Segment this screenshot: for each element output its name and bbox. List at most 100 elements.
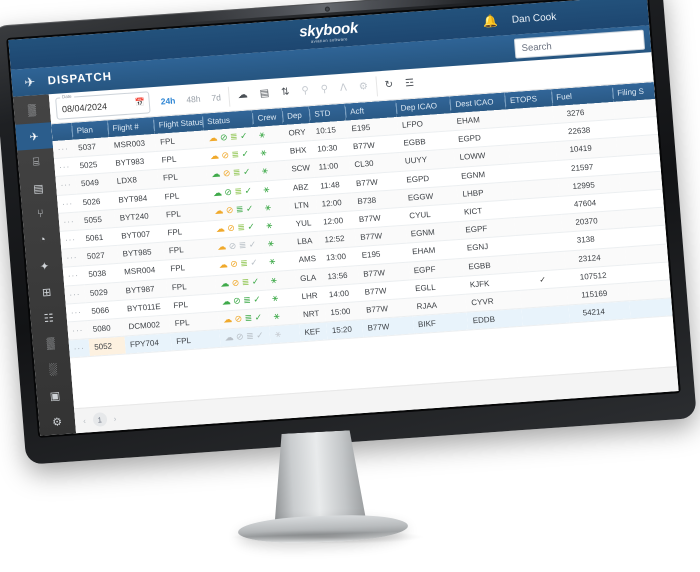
sidebar-item-dispatch[interactable]: ✈ [15, 122, 54, 151]
status-list-icon[interactable]: ≣ [246, 331, 254, 341]
status-cloud-icon[interactable]: ☁ [215, 223, 225, 234]
row-menu-dots[interactable]: ··· [68, 338, 91, 359]
status-list-icon[interactable]: ≣ [231, 149, 239, 159]
status-list-icon[interactable]: ≣ [241, 276, 249, 286]
date-input[interactable]: Date 08/04/2024 📅 [55, 90, 151, 120]
status-tick-icon[interactable]: ✓ [247, 221, 255, 231]
status-tick-icon[interactable]: ✓ [248, 239, 256, 249]
status-cloud-icon[interactable]: ☁ [224, 332, 234, 343]
status-list-icon[interactable]: ≣ [233, 168, 241, 178]
col-std[interactable]: STD [308, 103, 346, 124]
status-check-circle-icon[interactable]: ⊘ [221, 150, 229, 160]
status-list-icon[interactable]: ≣ [230, 131, 238, 141]
status-cloud-icon[interactable]: ☁ [211, 169, 221, 180]
crew-person-icon[interactable]: ⚹ [272, 293, 279, 304]
column-options-icon[interactable]: ☲ [405, 78, 415, 90]
sort-updown-icon[interactable]: ⇅ [281, 87, 290, 99]
sidebar-item-devices[interactable]: ▣ [36, 381, 74, 409]
status-tick-icon[interactable]: ✓ [240, 131, 248, 141]
range-tab-48h[interactable]: 48h [186, 93, 201, 104]
row-menu-dots[interactable]: ··· [64, 284, 86, 304]
flights-table-wrapper[interactable]: Plan Flight # Flight Status Status Crew … [51, 82, 677, 409]
status-tick-icon[interactable]: ✓ [253, 294, 261, 304]
col-acft[interactable]: Acft [344, 100, 397, 121]
sidebar-item-weather[interactable]: ◔ [23, 226, 61, 254]
status-list-icon[interactable]: ≣ [234, 186, 242, 196]
zoom-in-icon[interactable]: ⚲ [320, 84, 328, 95]
status-cloud-icon[interactable]: ☁ [221, 296, 231, 307]
sidebar-item-flights[interactable]: ✦ [26, 252, 64, 280]
range-tab-7d[interactable]: 7d [211, 92, 221, 103]
status-tick-icon[interactable]: ✓ [244, 185, 252, 195]
status-tick-icon[interactable]: ✓ [251, 276, 259, 286]
row-menu-dots[interactable]: ··· [52, 139, 74, 159]
crew-person-icon[interactable]: ⚹ [270, 274, 277, 285]
next-page-button[interactable]: › [113, 414, 116, 423]
row-menu-dots[interactable]: ··· [65, 302, 88, 322]
status-list-icon[interactable]: ≣ [240, 258, 248, 268]
status-check-circle-icon[interactable]: ⊘ [231, 277, 239, 287]
status-check-circle-icon[interactable]: ⊘ [230, 259, 238, 269]
sidebar-item-tracking[interactable]: ⊞ [28, 278, 66, 306]
row-menu-dots[interactable]: ··· [58, 211, 80, 232]
status-check-circle-icon[interactable]: ⊘ [223, 168, 231, 178]
crew-person-icon[interactable]: ⚹ [260, 148, 267, 159]
status-list-icon[interactable]: ≣ [235, 204, 243, 214]
col-filing-status[interactable]: Filing S [611, 82, 656, 102]
status-check-circle-icon[interactable]: ⊘ [224, 186, 232, 196]
crew-person-icon[interactable]: ⚹ [259, 129, 266, 140]
status-check-circle-icon[interactable]: ⊘ [233, 295, 241, 305]
row-menu-dots[interactable]: ··· [56, 193, 79, 214]
status-cloud-icon[interactable]: ☁ [223, 314, 233, 325]
crew-person-icon[interactable]: ⚹ [264, 202, 271, 213]
settings-gear-icon[interactable]: ⚙ [358, 81, 368, 93]
filter-icon[interactable]: ᐱ [340, 82, 348, 93]
status-list-icon[interactable]: ≣ [244, 313, 252, 323]
bell-icon[interactable]: 🔔 [482, 14, 498, 29]
page-number-1[interactable]: 1 [92, 412, 108, 427]
status-tick-icon[interactable]: ✓ [246, 203, 254, 213]
row-menu-dots[interactable]: ··· [55, 175, 77, 196]
sidebar-item-routes[interactable]: ⑂ [21, 200, 59, 228]
status-cloud-icon[interactable]: ☁ [220, 278, 230, 289]
sidebar-item-analytics[interactable]: ▒ [32, 330, 70, 358]
sidebar-item-grid[interactable]: ▒ [13, 96, 51, 124]
col-crew[interactable]: Crew [252, 108, 283, 128]
status-list-icon[interactable]: ≣ [237, 222, 245, 232]
row-menu-dots[interactable]: ··· [53, 157, 76, 177]
cloud-upload-icon[interactable]: ☁ [237, 89, 248, 101]
row-menu-dots[interactable]: ··· [61, 248, 83, 268]
status-tick-icon[interactable]: ✓ [243, 167, 251, 177]
status-check-circle-icon[interactable]: ⊘ [228, 241, 236, 251]
status-cloud-icon[interactable]: ☁ [213, 187, 223, 198]
crew-person-icon[interactable]: ⚹ [267, 238, 274, 249]
col-etops[interactable]: ETOPS [504, 89, 553, 110]
crew-person-icon[interactable]: ⚹ [262, 166, 269, 177]
status-cloud-icon[interactable]: ☁ [214, 205, 224, 216]
row-menu-dots[interactable]: ··· [62, 266, 85, 286]
sidebar-item-reports[interactable]: ☷ [30, 304, 68, 332]
crew-person-icon[interactable]: ⚹ [263, 184, 270, 195]
sidebar-item-documents[interactable]: ▤ [19, 174, 57, 202]
document-icon[interactable]: ▤ [259, 88, 269, 100]
crew-person-icon[interactable]: ⚹ [273, 311, 280, 322]
row-menu-dots[interactable]: ··· [59, 229, 82, 250]
crew-person-icon[interactable]: ⚹ [269, 256, 276, 267]
sidebar-item-briefing[interactable]: ⌸ [17, 148, 55, 176]
crew-person-icon[interactable]: ⚹ [275, 329, 282, 340]
status-tick-icon[interactable]: ✓ [241, 149, 249, 159]
status-list-icon[interactable]: ≣ [238, 240, 246, 250]
user-name[interactable]: Dan Cook [511, 11, 556, 25]
col-flight[interactable]: Flight # [106, 117, 155, 138]
status-check-circle-icon[interactable]: ⊘ [225, 205, 233, 215]
status-cloud-icon[interactable]: ☁ [218, 260, 228, 271]
zoom-out-icon[interactable]: ⚲ [301, 85, 309, 96]
status-check-circle-icon[interactable]: ⊘ [236, 331, 244, 341]
status-tick-icon[interactable]: ✓ [254, 312, 262, 322]
crew-person-icon[interactable]: ⚹ [266, 220, 273, 231]
range-tab-24h[interactable]: 24h [160, 95, 175, 106]
sidebar-item-schedule[interactable]: ░ [34, 355, 72, 383]
status-check-circle-icon[interactable]: ⊘ [220, 132, 228, 142]
status-check-circle-icon[interactable]: ⊘ [227, 223, 235, 233]
col-flight-status[interactable]: Flight Status [153, 113, 204, 135]
